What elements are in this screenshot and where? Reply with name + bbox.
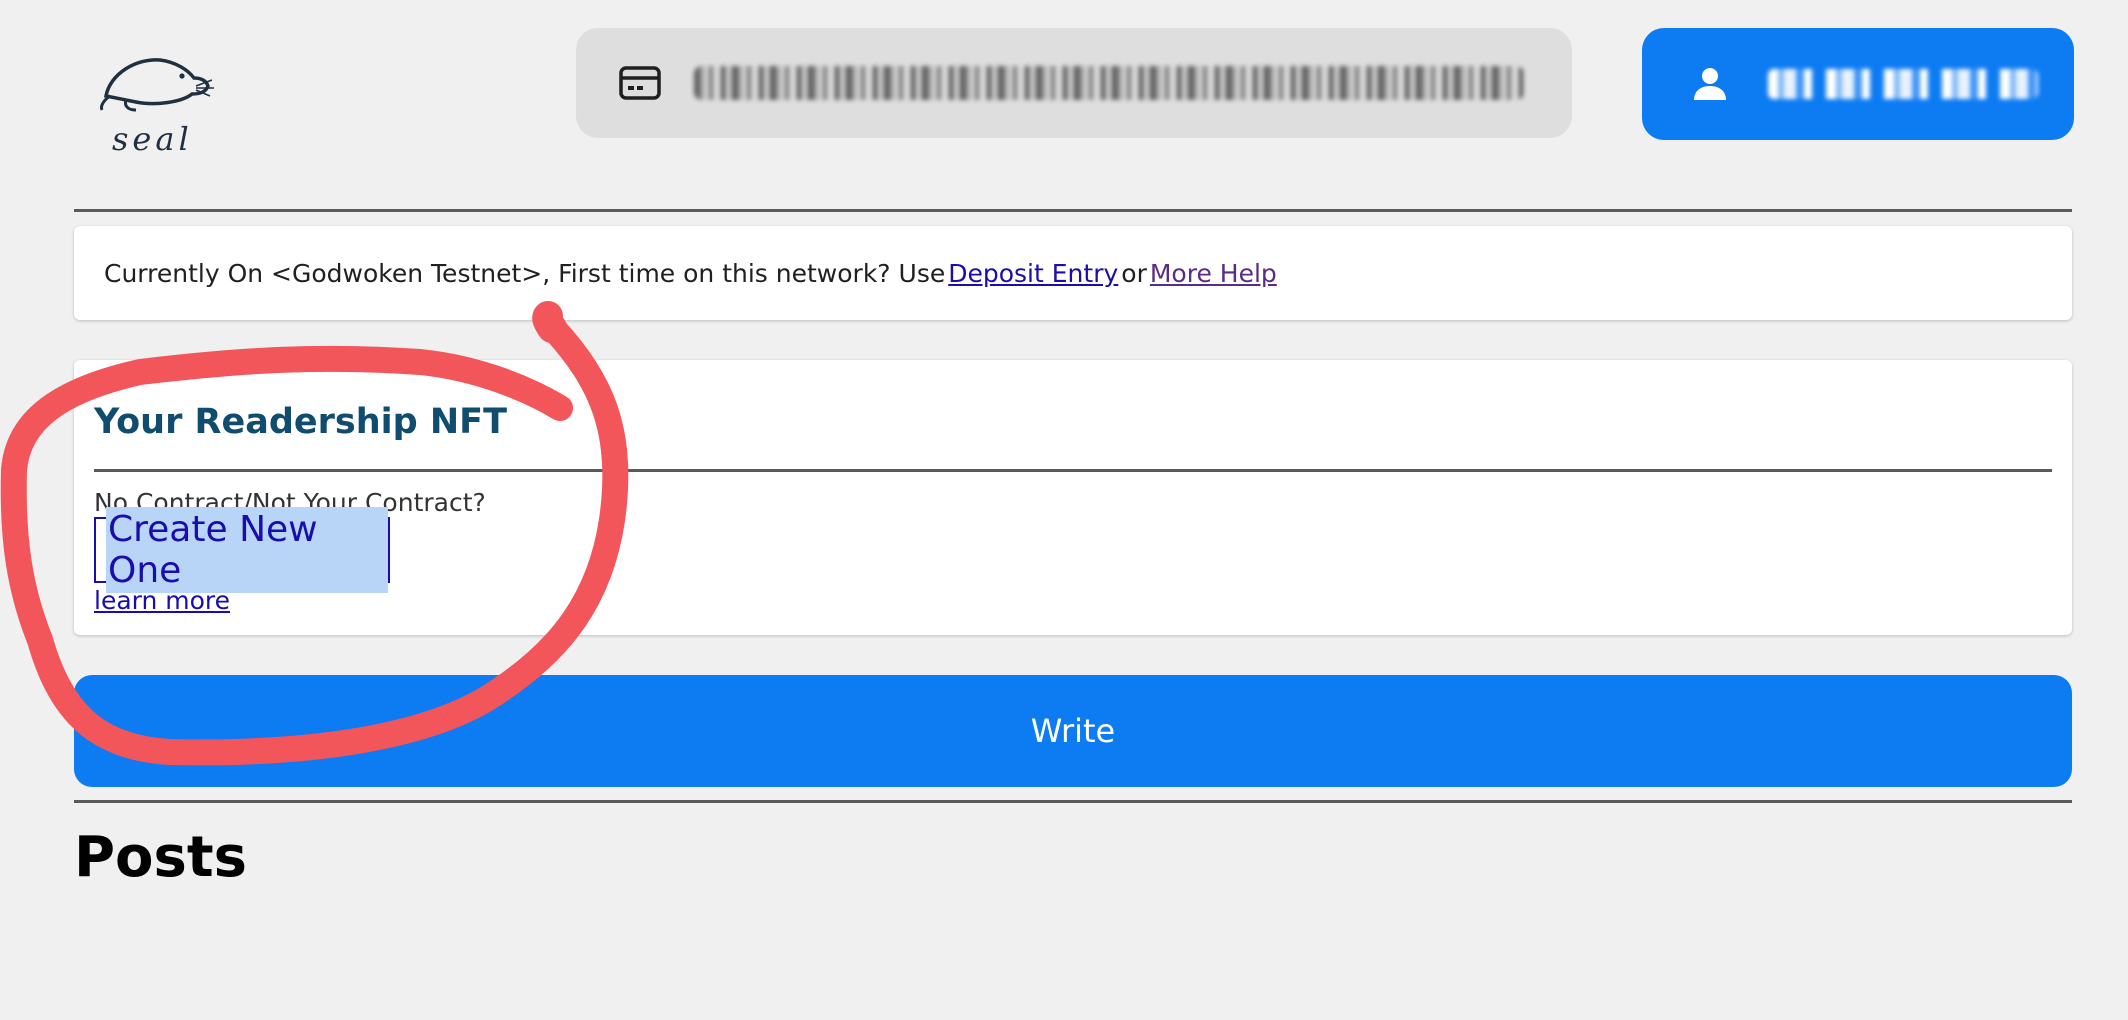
create-new-contract-button[interactable]: Create New One bbox=[94, 507, 390, 593]
create-new-label: Create New One bbox=[106, 507, 388, 593]
posts-divider bbox=[74, 800, 2072, 803]
seal-logo[interactable]: seal bbox=[96, 52, 222, 158]
account-name bbox=[1768, 69, 2038, 99]
notice-or: or bbox=[1121, 258, 1147, 288]
write-button[interactable]: Write bbox=[74, 675, 2072, 787]
header-divider bbox=[74, 209, 2072, 212]
card-icon bbox=[619, 66, 661, 100]
account-button[interactable] bbox=[1642, 28, 2074, 140]
nft-card-title: Your Readership NFT bbox=[94, 402, 507, 442]
deposit-entry-link[interactable]: Deposit Entry bbox=[948, 259, 1118, 288]
logo-wordmark: seal bbox=[112, 120, 193, 158]
readership-nft-card: Your Readership NFT No Contract/Not Your… bbox=[74, 360, 2072, 635]
app-header: seal bbox=[0, 0, 2128, 210]
posts-heading: Posts bbox=[74, 825, 247, 890]
learn-more-link[interactable]: learn more bbox=[94, 586, 230, 615]
user-icon bbox=[1694, 68, 1726, 100]
wallet-address-pill[interactable] bbox=[576, 28, 1572, 138]
notice-text: Currently On <Godwoken Testnet>, First t… bbox=[104, 258, 946, 288]
more-help-link[interactable]: More Help bbox=[1150, 259, 1277, 288]
network-notice: Currently On <Godwoken Testnet>, First t… bbox=[74, 226, 2072, 320]
nft-card-divider bbox=[94, 469, 2052, 472]
wallet-address-text bbox=[694, 66, 1524, 100]
